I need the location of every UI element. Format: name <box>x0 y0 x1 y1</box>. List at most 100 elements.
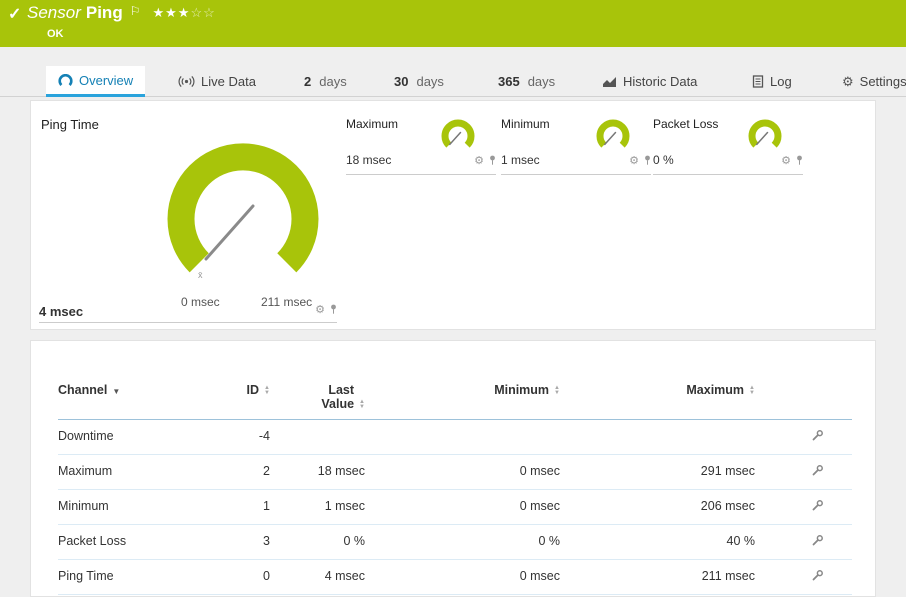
table-header-row: Channel▼ ID▲▼ Last Value▲▼ Minimum▲▼ Max… <box>58 383 852 420</box>
channel-settings-icon[interactable] <box>811 534 824 550</box>
channel-minimum: 0 msec <box>373 560 568 595</box>
pin-icon[interactable] <box>330 301 337 319</box>
column-header-last-value[interactable]: Last Value ▲▼ <box>278 383 373 420</box>
table-row: Minimum 1 1 msec 0 msec 206 msec <box>58 490 852 525</box>
bar-chart-icon <box>602 76 617 88</box>
channel-id: 0 <box>223 560 278 595</box>
column-header-maximum[interactable]: Maximum▲▼ <box>568 383 763 420</box>
star-empty-icons: ☆☆ <box>190 5 215 20</box>
main-gauge-value-row: 4 msec ⚙ <box>39 301 337 323</box>
sensor-type-label: Sensor <box>27 3 81 22</box>
gauge-arc <box>181 157 305 263</box>
flag-icon[interactable]: ⚐ <box>130 4 141 18</box>
tab-number: 365 <box>498 74 520 89</box>
channel-minimum <box>373 420 568 455</box>
gauge-needle <box>206 206 253 259</box>
status-ok-icon: ✓ <box>8 4 21 24</box>
tab-unit: days <box>319 74 346 89</box>
pin-icon[interactable] <box>489 152 496 170</box>
pin-icon[interactable] <box>796 152 803 170</box>
maximum-gauge <box>436 117 480 153</box>
channel-maximum: 40 % <box>568 525 763 560</box>
channel-maximum <box>568 420 763 455</box>
tab-log[interactable]: Log <box>740 66 804 97</box>
main-gauge-label: Ping Time <box>41 117 99 132</box>
tab-number: 2 <box>304 74 311 89</box>
tab-365-days[interactable]: 365 days <box>486 66 567 97</box>
gauge-settings-icon[interactable]: ⚙ <box>474 156 484 167</box>
channel-name: Downtime <box>58 420 223 455</box>
tab-historic-data[interactable]: Historic Data <box>590 66 709 97</box>
gauge-settings-icon[interactable]: ⚙ <box>629 156 639 167</box>
channel-maximum: 206 msec <box>568 490 763 525</box>
sort-icon: ▲▼ <box>749 386 755 396</box>
star-filled-icons: ★★★ <box>152 5 190 20</box>
tab-2-days[interactable]: 2 days <box>292 66 359 97</box>
column-header-id[interactable]: ID ▲▼ <box>223 383 278 420</box>
gauge-icon <box>58 74 73 87</box>
channel-last-value: 1 msec <box>278 490 373 525</box>
minimum-gauge <box>591 117 635 153</box>
channel-name: Maximum <box>58 455 223 490</box>
sort-icon: ▲▼ <box>264 386 270 396</box>
channel-maximum: 211 msec <box>568 560 763 595</box>
gauge-actions: ⚙ <box>315 301 337 319</box>
channel-settings-icon[interactable] <box>811 569 824 585</box>
tab-overview[interactable]: Overview <box>46 66 145 97</box>
channel-id: 3 <box>223 525 278 560</box>
tab-settings[interactable]: ⚙ Settings <box>830 66 906 97</box>
channel-settings-icon[interactable] <box>811 429 824 445</box>
column-label: Last Value <box>310 383 354 411</box>
small-gauge-label: Maximum <box>346 117 398 131</box>
channels-table: Channel▼ ID▲▼ Last Value▲▼ Minimum▲▼ Max… <box>58 383 852 595</box>
table-row: Ping Time 0 4 msec 0 msec 211 msec <box>58 560 852 595</box>
channel-settings-icon[interactable] <box>811 464 824 480</box>
tab-unit: days <box>528 74 555 89</box>
tab-number: 30 <box>394 74 408 89</box>
priority-stars[interactable]: ★★★☆☆ <box>152 5 215 20</box>
channel-settings-icon[interactable] <box>811 499 824 515</box>
channel-minimum: 0 msec <box>373 490 568 525</box>
tab-label: Historic Data <box>623 74 697 89</box>
status-badge: OK <box>47 28 64 40</box>
channels-panel: Channel▼ ID▲▼ Last Value▲▼ Minimum▲▼ Max… <box>30 340 876 597</box>
channel-minimum: 0 msec <box>373 455 568 490</box>
channel-last-value: 0 % <box>278 525 373 560</box>
channel-last-value: 18 msec <box>278 455 373 490</box>
column-header-minimum[interactable]: Minimum▲▼ <box>373 383 568 420</box>
small-gauge-value: 18 msec <box>346 153 391 167</box>
sensor-tab-bar: Overview Live Data 2days 30days 365days … <box>0 66 906 97</box>
channel-name: Ping Time <box>58 560 223 595</box>
sensor-name: Ping <box>86 3 123 22</box>
tab-label: Settings <box>860 74 906 89</box>
tab-30-days[interactable]: 30 days <box>382 66 456 97</box>
document-icon <box>752 75 764 88</box>
ping-time-gauge: x̄ <box>143 131 343 299</box>
column-header-channel[interactable]: Channel▼ <box>58 383 223 420</box>
tab-label: Log <box>770 74 792 89</box>
pin-icon[interactable] <box>644 152 651 170</box>
small-gauge-minimum: Minimum 1 msec ⚙ <box>501 115 651 175</box>
gauge-actions: ⚙ <box>781 152 803 170</box>
channel-id: 2 <box>223 455 278 490</box>
gear-icon: ⚙ <box>842 75 854 88</box>
column-header-tools <box>763 383 852 420</box>
gauge-settings-icon[interactable]: ⚙ <box>781 156 791 167</box>
channel-last-value: 4 msec <box>278 560 373 595</box>
gauge-settings-icon[interactable]: ⚙ <box>315 305 325 316</box>
sort-icon: ▲▼ <box>359 400 365 410</box>
column-label: ID <box>247 383 260 397</box>
channel-last-value <box>278 420 373 455</box>
page-title: Sensor Ping ⚐ ★★★☆☆ <box>27 3 216 23</box>
column-label: Minimum <box>494 383 549 397</box>
small-gauge-value: 1 msec <box>501 153 540 167</box>
gauge-avg-marker: x̄ <box>198 270 203 280</box>
sensor-header: ✓ Sensor Ping ⚐ ★★★☆☆ OK <box>0 0 906 47</box>
tab-unit: days <box>416 74 443 89</box>
main-gauge-value: 4 msec <box>39 304 83 319</box>
tab-label: Live Data <box>201 74 256 89</box>
tab-live-data[interactable]: Live Data <box>166 66 268 97</box>
small-gauge-maximum: Maximum 18 msec ⚙ <box>346 115 496 175</box>
small-gauge-label: Minimum <box>501 117 550 131</box>
channel-name: Minimum <box>58 490 223 525</box>
